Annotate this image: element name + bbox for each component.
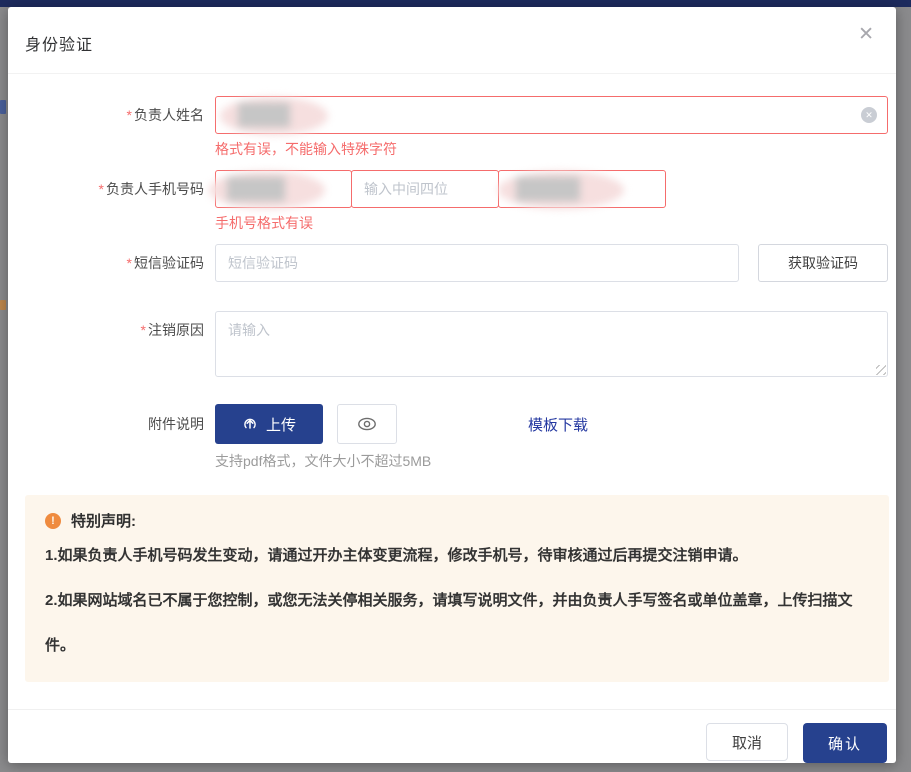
background-page-artifact	[0, 300, 6, 310]
reason-row: *注销原因	[25, 311, 888, 377]
name-error-text: 格式有误，不能输入特殊字符	[215, 139, 888, 159]
background-page-artifact	[0, 100, 6, 114]
name-row: *负责人姓名 ✕ 格式有误，不能输入特殊字符	[25, 96, 888, 170]
template-download-link[interactable]: 模板下载	[528, 414, 588, 435]
eye-icon	[357, 417, 377, 431]
required-mark: *	[99, 181, 104, 197]
phone-prefix-input[interactable]	[215, 170, 352, 208]
required-mark: *	[127, 255, 132, 271]
preview-button[interactable]	[337, 404, 397, 444]
background-page-topbar	[0, 0, 911, 7]
name-label: *负责人姓名	[25, 96, 215, 134]
reason-textarea[interactable]	[215, 311, 888, 377]
dialog-header: 身份验证 ✕	[8, 7, 896, 74]
required-mark: *	[141, 322, 146, 338]
sms-row: *短信验证码 获取验证码	[25, 244, 888, 282]
clear-input-icon[interactable]: ✕	[861, 107, 877, 123]
phone-row: *负责人手机号码 手机号格式有误	[25, 170, 888, 244]
upload-button[interactable]: 上传	[215, 404, 323, 444]
upload-icon	[242, 416, 258, 432]
name-input[interactable]	[215, 96, 888, 134]
phone-label: *负责人手机号码	[25, 170, 215, 208]
warning-icon: !	[45, 513, 61, 529]
cancel-button[interactable]: 取消	[706, 723, 788, 761]
dialog-body: *负责人姓名 ✕ 格式有误，不能输入特殊字符 *负责人手机号码	[8, 74, 896, 682]
reason-label: *注销原因	[25, 311, 215, 349]
confirm-button[interactable]: 确认	[803, 723, 887, 763]
phone-middle-input[interactable]	[351, 170, 499, 208]
attachment-row: 附件说明 上传	[25, 404, 888, 471]
statement-item-1: 1.如果负责人手机号码发生变动，请通过开办主体变更流程，修改手机号，待审核通过后…	[45, 533, 869, 578]
textarea-resize-handle[interactable]	[876, 365, 886, 375]
dialog-footer: 取消 确认	[8, 709, 896, 763]
statement-title: 特别声明:	[71, 510, 136, 531]
required-mark: *	[127, 107, 132, 123]
identity-verification-dialog: 身份验证 ✕ *负责人姓名 ✕ 格式有误，不能输入特殊字符 *负责人手机号码	[8, 7, 896, 763]
attachment-label: 附件说明	[25, 404, 215, 444]
close-icon[interactable]: ✕	[858, 25, 874, 44]
phone-suffix-input[interactable]	[498, 170, 666, 208]
sms-label: *短信验证码	[25, 244, 215, 282]
attachment-hint: 支持pdf格式，文件大小不超过5MB	[215, 451, 888, 471]
statement-item-2: 2.如果网站域名已不属于您控制，或您无法关停相关服务，请填写说明文件，并由负责人…	[45, 578, 869, 668]
dialog-title: 身份验证	[25, 37, 93, 54]
special-statement-box: ! 特别声明: 1.如果负责人手机号码发生变动，请通过开办主体变更流程，修改手机…	[25, 495, 889, 682]
sms-code-input[interactable]	[215, 244, 739, 282]
get-code-button[interactable]: 获取验证码	[758, 244, 888, 282]
phone-error-text: 手机号格式有误	[215, 213, 888, 233]
